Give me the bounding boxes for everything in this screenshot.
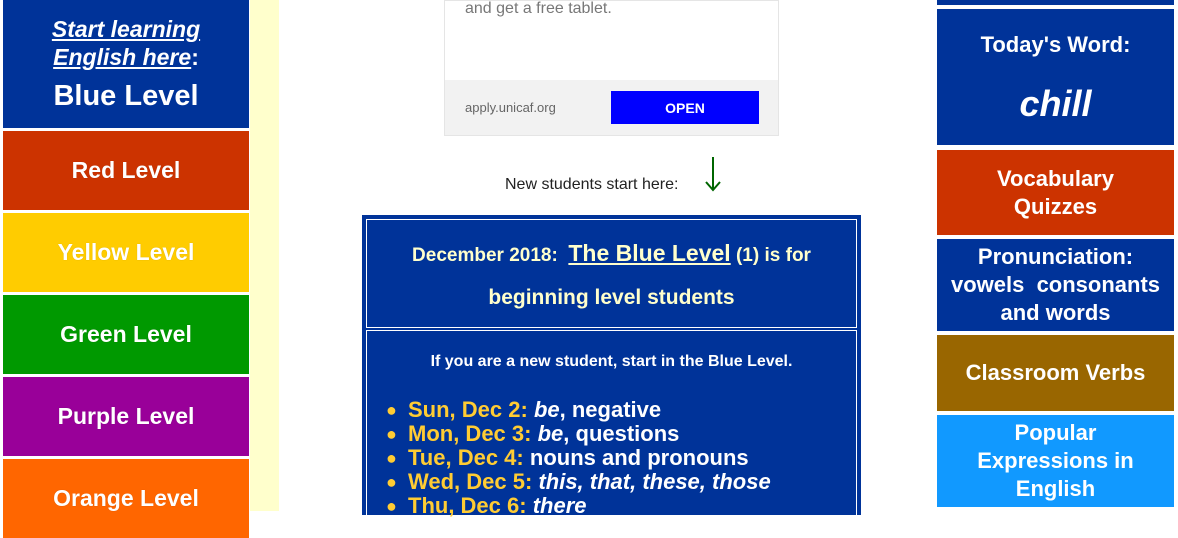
intro-text: If you are a new student, start in the B… [430, 353, 793, 370]
lesson-item[interactable]: ● Sun, Dec 2: be, negative [386, 398, 771, 422]
lesson-item[interactable]: ● Mon, Dec 3: be, questions [386, 422, 771, 446]
vocabulary-quizzes-link[interactable]: Vocabulary Quizzes [937, 150, 1174, 235]
panel-header [366, 219, 857, 328]
todays-word[interactable]: chill [937, 83, 1174, 125]
right-top-strip [937, 0, 1174, 5]
blue-level-box[interactable]: Start learning English here: Blue Level [3, 0, 249, 128]
down-arrow-icon [705, 157, 721, 192]
lesson-list: ● Sun, Dec 2: be, negative ● Mon, Dec 3: b… [386, 398, 771, 518]
classroom-verbs-link[interactable]: Classroom Verbs [937, 335, 1174, 411]
orange-level-link[interactable]: Orange Level [3, 459, 249, 538]
start-learning-link[interactable]: Start learning English here: [3, 15, 249, 71]
lesson-item[interactable]: ● Tue, Dec 4: nouns and pronouns [386, 446, 771, 470]
red-level-link[interactable]: Red Level [3, 131, 249, 210]
ad-text: and get a free tablet. [465, 0, 612, 17]
vowels-link[interactable]: vowels [951, 272, 1024, 297]
blue-level-link[interactable]: The Blue Level [568, 240, 730, 266]
green-level-link[interactable]: Green Level [3, 295, 249, 374]
lesson-item[interactable]: ● Thu, Dec 6: there [386, 494, 771, 518]
pronunciation-box: Pronunciation: vowels consonants and wor… [937, 239, 1174, 331]
panel-heading: December 2018: The Blue Level (1) is for [412, 240, 811, 266]
ad-open-button[interactable]: OPEN [611, 91, 759, 124]
ad-url[interactable]: apply.unicaf.org [465, 100, 556, 115]
current-level-label: Blue Level [53, 80, 199, 112]
todays-word-label: Today's Word: [980, 32, 1131, 57]
yellow-level-link[interactable]: Yellow Level [3, 213, 249, 292]
new-students-label: New students start here: [505, 176, 679, 193]
purple-level-link[interactable]: Purple Level [3, 377, 249, 456]
lesson-item[interactable]: ● Wed, Dec 5: this, that, these, those [386, 470, 771, 494]
todays-word-box[interactable]: Today's Word: chill [937, 9, 1174, 145]
audience-label: beginning level students [488, 286, 735, 309]
left-column-background [250, 0, 279, 511]
consonants-link[interactable]: consonants [1037, 272, 1160, 297]
words-link[interactable]: and words [1000, 299, 1110, 327]
popular-expressions-link[interactable]: Popular Expressions in English [937, 415, 1174, 507]
